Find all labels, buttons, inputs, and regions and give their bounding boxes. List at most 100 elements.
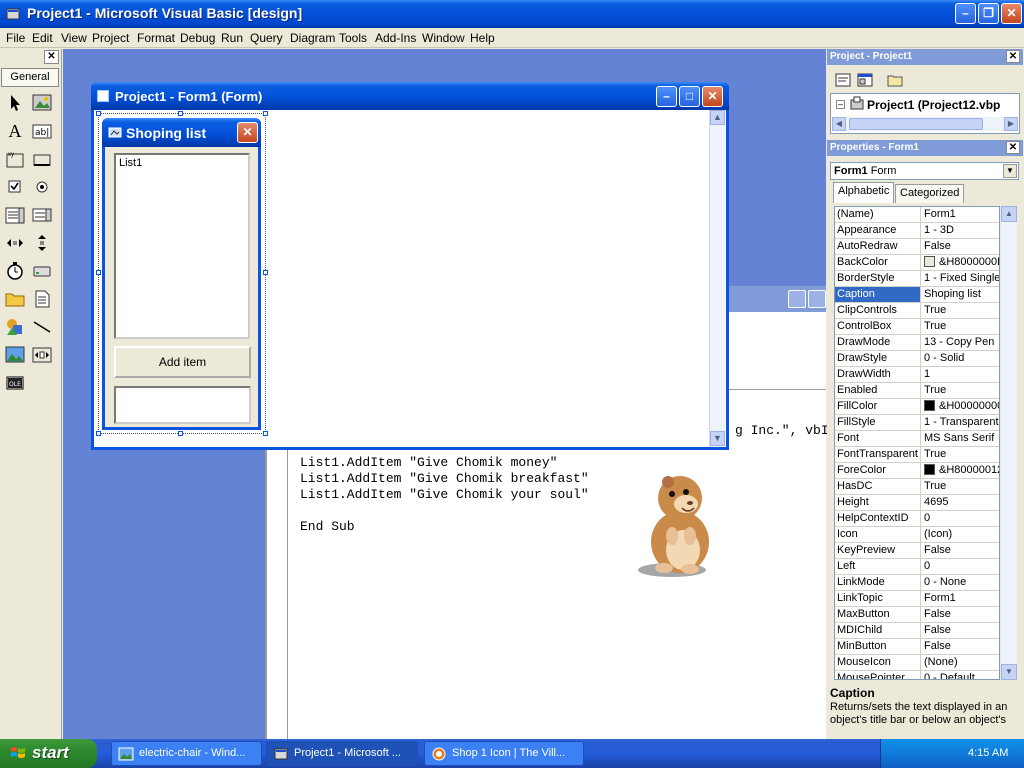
property-value[interactable]: False — [922, 239, 999, 254]
object-selector[interactable]: Form1 Form ▼ — [830, 162, 1019, 180]
property-value[interactable]: True — [922, 303, 999, 318]
resize-handle[interactable] — [96, 111, 101, 116]
property-row[interactable]: Caption Shoping list — [835, 287, 999, 303]
code-line[interactable]: End Sub — [300, 519, 355, 534]
view-code-icon[interactable] — [835, 72, 851, 88]
toolbox-tab-general[interactable]: General — [1, 68, 59, 87]
resize-handle[interactable] — [263, 111, 268, 116]
item-textbox[interactable] — [114, 386, 251, 424]
menu-file[interactable]: File — [6, 31, 25, 45]
menu-view[interactable]: View — [61, 31, 87, 45]
filelistbox-tool-icon[interactable] — [31, 288, 53, 310]
taskbar-button-browser[interactable]: Shop 1 Icon | The Vill... — [424, 741, 584, 766]
code-line[interactable]: List1.AddItem "Give Chomik money" — [300, 455, 557, 470]
property-row[interactable]: MDIChild False — [835, 623, 999, 639]
tab-alphabetic[interactable]: Alphabetic — [833, 182, 895, 203]
resize-handle[interactable] — [178, 431, 183, 436]
property-row[interactable]: BackColor &H8000000F — [835, 255, 999, 271]
property-row[interactable]: Icon (Icon) — [835, 527, 999, 543]
property-row[interactable]: Height 4695 — [835, 495, 999, 511]
frame-tool-icon[interactable]: xy — [4, 148, 26, 170]
toggle-folders-icon[interactable] — [887, 72, 903, 88]
combobox-tool-icon[interactable] — [4, 204, 26, 226]
property-grid-scrollbar[interactable]: ▲ ▼ — [1001, 206, 1017, 680]
property-value[interactable]: Shoping list — [922, 287, 999, 302]
property-value[interactable]: &H8000000F — [922, 255, 999, 270]
textbox-tool-icon[interactable]: ab| — [31, 120, 53, 142]
vscrollbar-tool-icon[interactable] — [31, 232, 53, 254]
project-node-label[interactable]: Project1 (Project12.vbp — [867, 98, 1000, 112]
resize-handle[interactable] — [263, 431, 268, 436]
property-row[interactable]: (Name) Form1 — [835, 207, 999, 223]
property-row[interactable]: ClipControls True — [835, 303, 999, 319]
property-value[interactable]: &H80000012 — [922, 463, 999, 478]
property-row[interactable]: Left 0 — [835, 559, 999, 575]
commandbutton-tool-icon[interactable] — [31, 148, 53, 170]
code-window-minimize-button[interactable] — [788, 290, 806, 308]
shape-tool-icon[interactable] — [4, 316, 26, 338]
taskbar-button-vb[interactable]: Project1 - Microsoft ... — [266, 741, 418, 766]
designer-minimize-button[interactable]: – — [656, 86, 677, 107]
menu-diagram[interactable]: Diagram — [290, 31, 335, 45]
property-row[interactable]: Appearance 1 - 3D — [835, 223, 999, 239]
property-row[interactable]: BorderStyle 1 - Fixed Single — [835, 271, 999, 287]
resize-handle[interactable] — [263, 270, 268, 275]
property-row[interactable]: MinButton False — [835, 639, 999, 655]
property-row[interactable]: MaxButton False — [835, 607, 999, 623]
property-value[interactable]: 0 - None — [922, 575, 999, 590]
property-value[interactable]: Form1 — [922, 207, 999, 222]
property-row[interactable]: LinkMode 0 - None — [835, 575, 999, 591]
code-window-maximize-button[interactable] — [808, 290, 826, 308]
scroll-down-icon[interactable]: ▼ — [710, 431, 725, 446]
property-value[interactable]: 1 - 3D — [922, 223, 999, 238]
property-value[interactable]: 4695 — [922, 495, 999, 510]
toolbox-close-button[interactable]: ✕ — [44, 50, 59, 64]
project-explorer-title-bar[interactable]: Project - Project1 ✕ — [827, 49, 1023, 65]
scroll-down-icon[interactable]: ▼ — [1001, 664, 1017, 680]
property-row[interactable]: AutoRedraw False — [835, 239, 999, 255]
main-title-bar[interactable]: Project1 - Microsoft Visual Basic [desig… — [0, 0, 1024, 28]
property-row[interactable]: ForeColor &H80000012 — [835, 463, 999, 479]
vb-app-icon[interactable] — [5, 6, 21, 22]
property-value[interactable]: MS Sans Serif — [922, 431, 999, 446]
menu-debug[interactable]: Debug — [180, 31, 215, 45]
listbox-tool-icon[interactable] — [31, 204, 53, 226]
project-explorer-close-button[interactable]: ✕ — [1006, 50, 1020, 63]
chevron-down-icon[interactable]: ▼ — [1003, 164, 1017, 178]
resize-handle[interactable] — [178, 111, 183, 116]
property-row[interactable]: MouseIcon (None) — [835, 655, 999, 671]
designer-vertical-scrollbar[interactable]: ▲ ▼ — [709, 110, 725, 447]
list1-listbox[interactable]: List1 — [114, 153, 250, 339]
hamster-assistant-image[interactable] — [628, 470, 720, 580]
property-value[interactable]: 0 - Solid — [922, 351, 999, 366]
shopping-list-form-title-bar[interactable]: Shoping list ✕ — [102, 118, 261, 147]
project-tree-hscrollbar[interactable]: ◀ ▶ — [832, 117, 1018, 131]
property-value[interactable]: Form1 — [922, 591, 999, 606]
property-value[interactable]: False — [922, 623, 999, 638]
drivelistbox-tool-icon[interactable] — [31, 260, 53, 282]
optionbutton-tool-icon[interactable] — [31, 176, 53, 198]
clock[interactable]: 4:15 AM — [968, 747, 1008, 759]
property-value[interactable]: True — [922, 479, 999, 494]
hscrollbar-tool-icon[interactable] — [4, 232, 26, 254]
property-value[interactable]: True — [922, 383, 999, 398]
property-row[interactable]: Enabled True — [835, 383, 999, 399]
view-object-icon[interactable] — [857, 72, 873, 88]
property-value[interactable]: 0 — [922, 559, 999, 574]
pointer-tool-icon[interactable] — [4, 92, 26, 114]
resize-handle[interactable] — [96, 270, 101, 275]
scroll-up-icon[interactable]: ▲ — [1001, 206, 1017, 222]
ole-tool-icon[interactable]: OLE — [4, 372, 26, 394]
designer-close-button[interactable]: ✕ — [702, 86, 723, 107]
property-value[interactable]: False — [922, 543, 999, 558]
property-row[interactable]: DrawMode 13 - Copy Pen — [835, 335, 999, 351]
property-value[interactable]: 0 - Default — [922, 671, 999, 679]
property-row[interactable]: HasDC True — [835, 479, 999, 495]
property-value[interactable]: True — [922, 447, 999, 462]
line-tool-icon[interactable] — [31, 316, 53, 338]
tree-collapse-icon[interactable]: – — [836, 100, 845, 109]
property-value[interactable]: True — [922, 319, 999, 334]
form-designer-title-bar[interactable]: Project1 - Form1 (Form) – □ ✕ — [91, 82, 729, 110]
code-line[interactable]: List1.AddItem "Give Chomik your soul" — [300, 487, 589, 502]
menu-query[interactable]: Query — [250, 31, 283, 45]
